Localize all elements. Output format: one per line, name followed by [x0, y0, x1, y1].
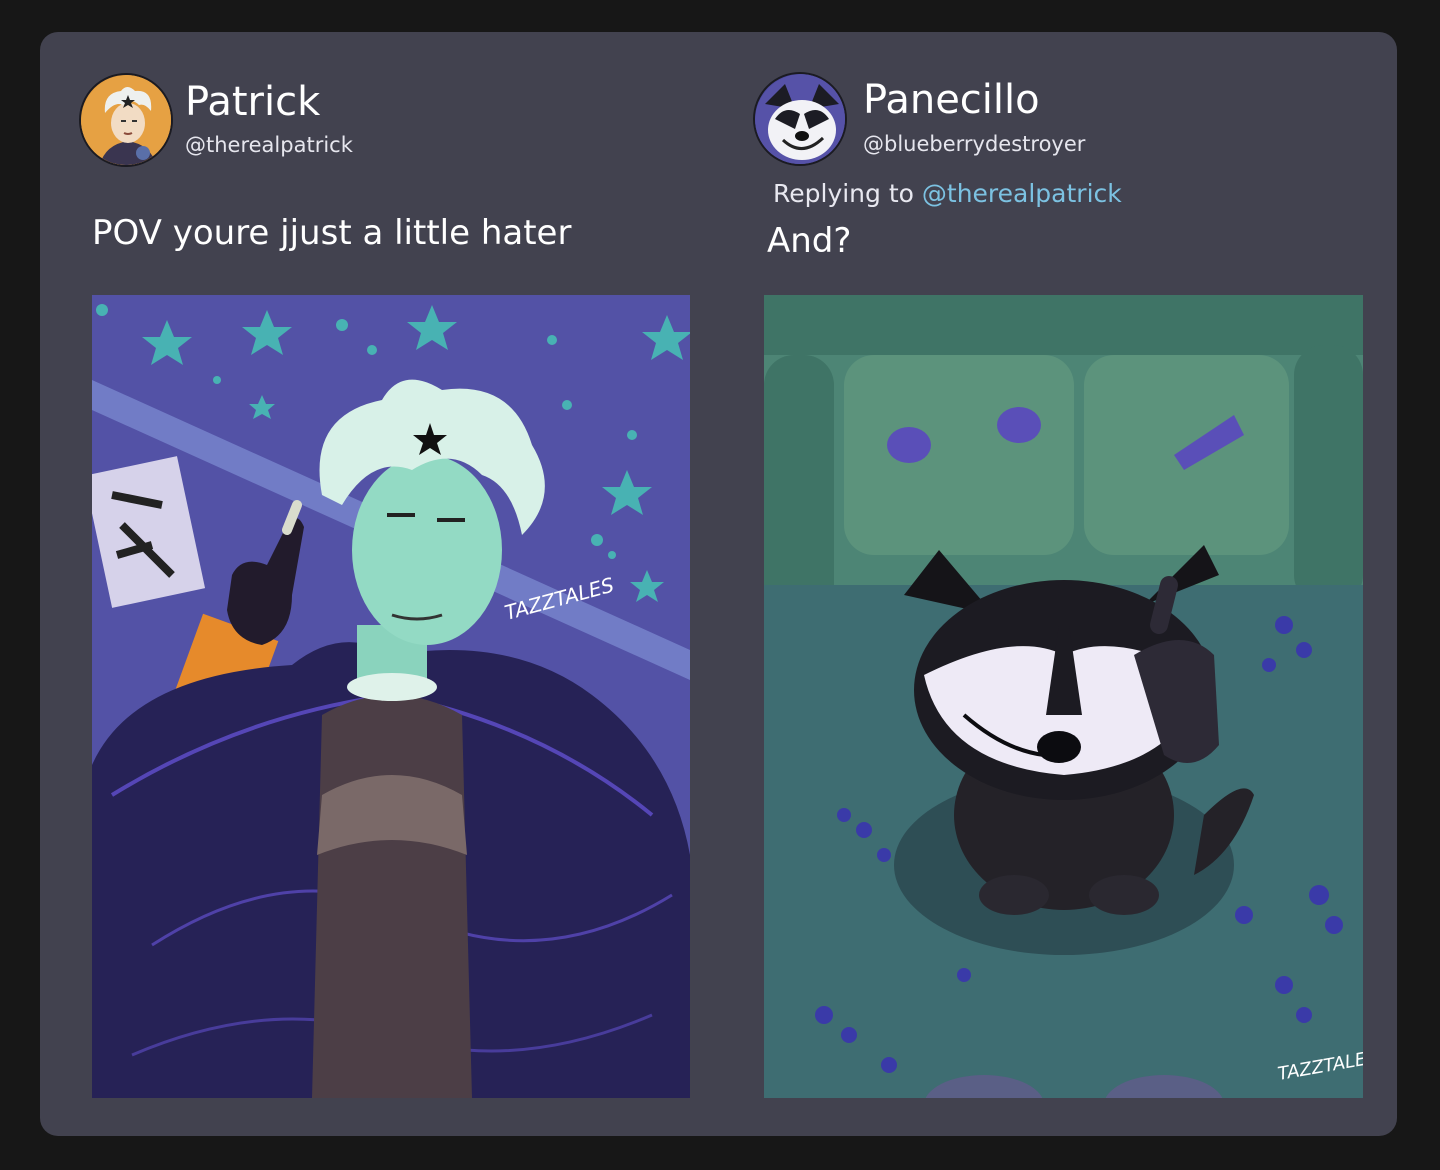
- tweet-patrick: Patrick @therealpatrick POV youre jjust …: [40, 32, 720, 1136]
- user-name[interactable]: Patrick: [185, 82, 320, 122]
- reply-prefix: Replying to: [773, 179, 922, 208]
- tweet-panecillo: Panecillo @blueberrydestroyer Replying t…: [720, 32, 1397, 1136]
- user-handle[interactable]: @therealpatrick: [185, 135, 353, 156]
- tweet-comparison-card: Patrick @therealpatrick POV youre jjust …: [40, 32, 1397, 1136]
- tweet-image-panecillo[interactable]: TAZZTALES: [764, 295, 1363, 1098]
- avatar-panecillo[interactable]: [753, 72, 847, 166]
- tweet-image-patrick[interactable]: TAZZTALES: [92, 295, 690, 1098]
- user-name[interactable]: Panecillo: [863, 80, 1040, 120]
- reply-mention-link[interactable]: @therealpatrick: [922, 179, 1122, 208]
- user-handle[interactable]: @blueberrydestroyer: [863, 134, 1085, 155]
- tweet-text: And?: [767, 221, 852, 261]
- avatar-patrick[interactable]: [79, 73, 173, 167]
- reply-context: Replying to @therealpatrick: [773, 181, 1122, 206]
- tweet-text: POV youre jjust a little hater: [92, 213, 572, 253]
